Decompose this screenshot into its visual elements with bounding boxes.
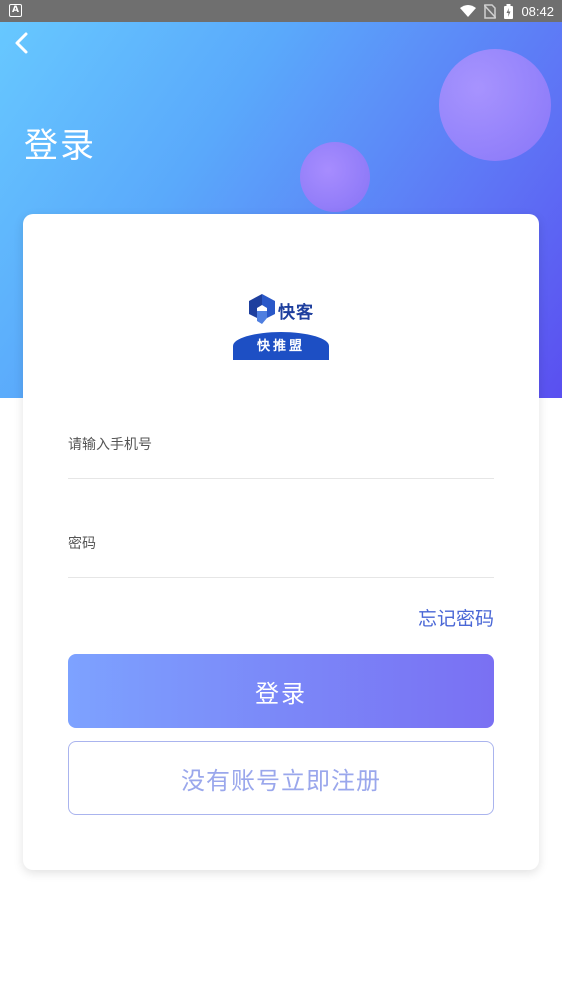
logo-brand-text: 快客 (278, 303, 314, 323)
no-sim-icon (484, 3, 497, 19)
back-button[interactable] (8, 28, 38, 58)
chevron-left-icon (15, 32, 28, 54)
login-button[interactable]: 登录 (68, 654, 494, 728)
status-icons: 08:42 (460, 3, 554, 19)
wifi-icon (460, 4, 477, 17)
password-field (68, 518, 494, 578)
logo-mark-icon (249, 294, 275, 324)
login-screen: A 08:42 登录 快客 快推盟 请输入手机号 忘记密码 登录 没有账号立即注… (0, 0, 562, 1001)
app-logo: 快客 快推盟 (233, 292, 329, 362)
page-title: 登录 (24, 126, 96, 166)
phone-field (68, 419, 494, 479)
status-bar: A 08:42 (0, 0, 562, 22)
forgot-password-link[interactable]: 忘记密码 (418, 604, 494, 631)
decor-bubble-large (439, 49, 551, 161)
register-button[interactable]: 没有账号立即注册 (68, 741, 494, 815)
logo-band-text: 快推盟 (233, 332, 329, 360)
decor-bubble-small (300, 142, 370, 212)
login-card: 快客 快推盟 忘记密码 登录 没有账号立即注册 (23, 214, 539, 870)
password-input[interactable] (68, 531, 494, 557)
phone-input[interactable] (68, 432, 494, 458)
notification-icon: A (9, 4, 22, 17)
battery-charging-icon (504, 3, 514, 19)
clock: 08:42 (521, 3, 554, 19)
